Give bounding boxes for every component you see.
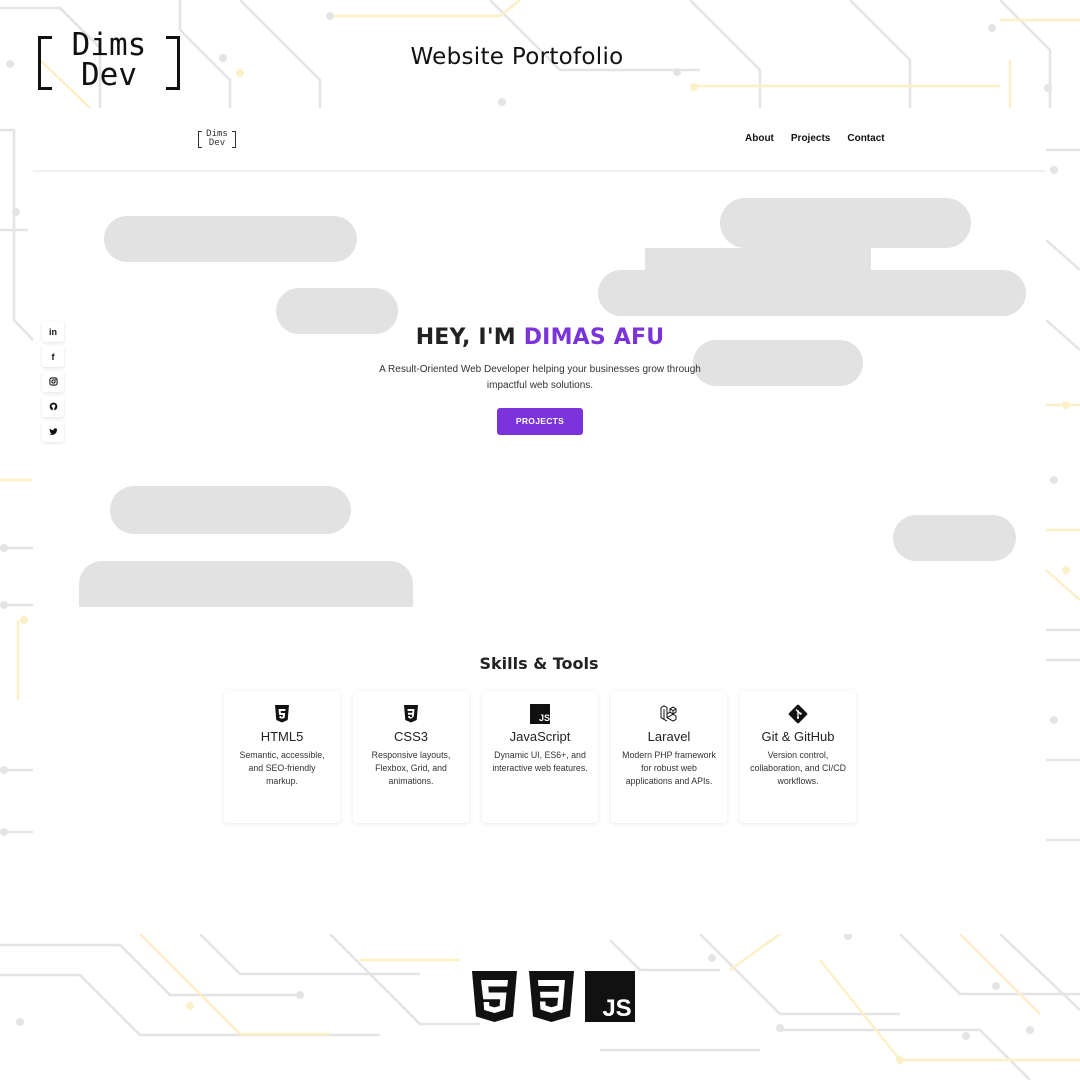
html5-icon — [275, 705, 289, 723]
cloud-shape — [104, 216, 357, 262]
hero-section: HEY, I'M DIMAS AFU A Result-Oriented Web… — [340, 325, 740, 435]
hero-subtitle-line-2: impactful web solutions. — [486, 380, 594, 391]
javascript-logo-label: JS — [602, 995, 631, 1022]
skill-name: CSS3 — [394, 729, 428, 744]
nav-link-projects[interactable]: Projects — [791, 133, 830, 144]
nav-logo[interactable]: Dims Dev — [198, 130, 236, 150]
laravel-icon — [660, 705, 677, 722]
hero-subtitle-line-1: A Result-Oriented Web Developer helping … — [379, 364, 701, 375]
nav-logo-line-2: Dev — [208, 138, 226, 148]
hero-subtitle: A Result-Oriented Web Developer helping … — [340, 362, 740, 394]
css3-icon — [404, 705, 418, 723]
html5-logo-icon — [472, 971, 517, 1022]
cloud-shape — [720, 198, 971, 248]
cloud-shape — [110, 486, 351, 534]
logo-left-bracket — [38, 36, 52, 90]
javascript-icon-label: JS — [539, 713, 550, 723]
skill-name: JavaScript — [509, 729, 571, 744]
hero-name: DIMAS AFU — [523, 325, 665, 350]
facebook-glyph: f — [51, 351, 55, 362]
skill-description: Responsive layouts, Flexbox, Grid, and a… — [371, 750, 451, 786]
projects-button[interactable]: PROJECTS — [496, 408, 584, 435]
skill-description: Semantic, accessible, and SEO-friendly m… — [239, 750, 325, 786]
nav-logo-left-bracket — [198, 131, 202, 148]
skill-cards: HTML5 Semantic, accessible, and SEO-frie… — [224, 691, 856, 823]
javascript-logo-icon: JS — [585, 971, 635, 1022]
skill-card-css3: CSS3 Responsive layouts, Flexbox, Grid, … — [353, 691, 469, 823]
brand-logo: Dims Dev — [38, 30, 180, 92]
nav-logo-right-bracket — [232, 131, 236, 148]
facebook-icon[interactable]: f — [42, 346, 64, 367]
skill-card-javascript: JS JavaScript Dynamic UI, ES6+, and inte… — [482, 691, 598, 823]
skill-description: Version control, collaboration, and CI/C… — [750, 750, 846, 786]
skill-description: Dynamic UI, ES6+, and interactive web fe… — [492, 750, 588, 773]
logo-text: Dims Dev — [60, 27, 158, 93]
skill-name: Laravel — [647, 729, 691, 744]
linkedin-glyph: in — [49, 326, 57, 337]
social-links: in f — [42, 321, 66, 442]
tech-logos: JS — [472, 971, 636, 1023]
skills-title: Skills & Tools — [479, 654, 599, 673]
github-icon[interactable] — [42, 396, 64, 417]
skill-name: HTML5 — [260, 729, 304, 744]
javascript-icon: JS — [530, 704, 550, 724]
skill-card-laravel: Laravel Modern PHP framework for robust … — [611, 691, 727, 823]
nav-link-about[interactable]: About — [745, 133, 774, 144]
page-title: Website Portofolio — [410, 44, 624, 70]
website-preview: Dims Dev About Projects Contact in f HEY… — [33, 108, 1046, 934]
cloud-shape — [79, 561, 413, 607]
skill-description: Modern PHP framework for robust web appl… — [622, 750, 716, 786]
nav-link-contact[interactable]: Contact — [847, 133, 884, 144]
skill-card-html5: HTML5 Semantic, accessible, and SEO-frie… — [224, 691, 340, 823]
logo-line-2: Dev — [81, 57, 137, 93]
logo-line-1: Dims — [71, 27, 147, 63]
cloud-shape — [645, 248, 871, 278]
instagram-glyph — [48, 377, 58, 386]
github-glyph — [49, 402, 57, 411]
instagram-icon[interactable] — [42, 371, 64, 392]
nav-links: About Projects Contact — [745, 133, 885, 144]
linkedin-icon[interactable]: in — [42, 321, 64, 342]
navbar: Dims Dev About Projects Contact — [33, 108, 1046, 172]
twitter-icon[interactable] — [42, 421, 64, 442]
hero-greeting: HEY, I'M — [415, 325, 524, 350]
skill-name: Git & GitHub — [761, 729, 835, 744]
twitter-glyph — [48, 428, 58, 435]
nav-logo-text: Dims Dev — [203, 130, 231, 148]
css3-logo-icon — [529, 971, 574, 1022]
git-icon — [788, 704, 808, 724]
skill-card-git: Git & GitHub Version control, collaborat… — [740, 691, 856, 823]
logo-right-bracket — [166, 36, 180, 90]
cloud-shape — [893, 515, 1016, 561]
hero-title: HEY, I'M DIMAS AFU — [340, 325, 740, 350]
